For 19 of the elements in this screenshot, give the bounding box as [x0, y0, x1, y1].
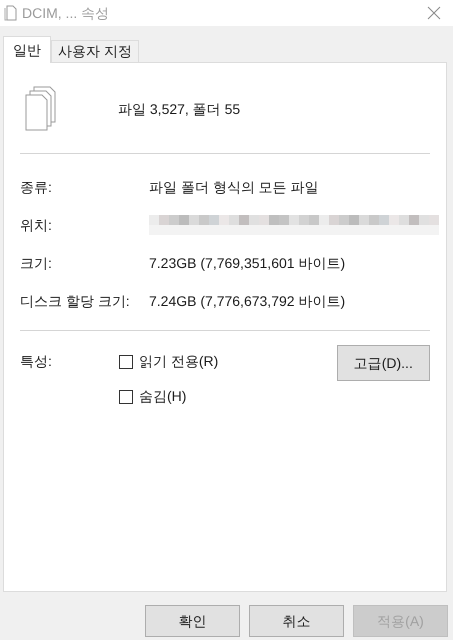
tab[interactable]: 사용자 지정: [51, 40, 139, 62]
checkbox[interactable]: 읽기 전용(R): [119, 351, 337, 372]
field-label: 디스크 할당 크기:: [20, 292, 131, 310]
dialog-button[interactable]: 확인: [145, 605, 240, 637]
files-icon: [24, 86, 58, 132]
window-title: DCIM, ... 속성: [22, 4, 110, 22]
close-icon: [427, 6, 441, 20]
field-value: 7.23GB (7,769,351,601 바이트): [149, 254, 346, 273]
field-label: 위치:: [20, 216, 53, 234]
tab[interactable]: 일반: [3, 36, 51, 63]
field-value: 7.24GB (7,776,673,792 바이트): [149, 292, 346, 311]
field-label: 크기:: [20, 254, 53, 272]
field-value: 파일 폴더 형식의 모든 파일: [149, 178, 319, 196]
field-label: 종류:: [20, 178, 53, 196]
field-label: 특성:: [20, 352, 53, 371]
checkbox[interactable]: 숨김(H): [119, 386, 337, 407]
file-count-text: 파일 3,527, 폴더 55: [118, 100, 240, 118]
dialog-button[interactable]: 취소: [249, 605, 344, 637]
advanced-button[interactable]: 고급(D)...: [336, 345, 430, 381]
